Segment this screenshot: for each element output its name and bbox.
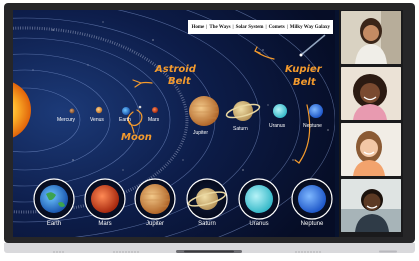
nav-separator: | (265, 24, 267, 30)
card-label-saturn[interactable]: Saturn (185, 221, 229, 227)
card-label-earth[interactable]: Earth (32, 221, 76, 227)
moon-label: Moon (121, 132, 152, 143)
kupier-label-line1: Kupier (285, 64, 322, 75)
orbit-label-mercury: Mercury (57, 117, 76, 123)
moon-icon (138, 105, 142, 109)
participant-tile-4[interactable] (341, 179, 401, 232)
participant-girl-3-icon (341, 123, 401, 176)
uranus-icon (273, 104, 287, 118)
orbit-label-saturn: Saturn (233, 126, 248, 132)
mercury-icon (69, 108, 75, 114)
nav-ways-link[interactable]: The Ways (209, 25, 230, 30)
smart-display-frame: Home | The Ways | Solar System | Comets … (4, 3, 415, 243)
orbit-label-venus: Venus (90, 117, 104, 123)
nav-separator: | (232, 24, 234, 30)
astroid-label-line1: Astroid (155, 64, 196, 75)
video-participants-panel (339, 10, 403, 237)
participant-boy-icon (341, 179, 401, 232)
jupiter-icon (189, 96, 219, 126)
nav-solar-system-link[interactable]: Solar System (236, 25, 264, 30)
card-label-neptune[interactable]: Neptune (290, 221, 334, 227)
orbit-label-jupiter: Jupiter (193, 130, 209, 136)
participant-tile-2[interactable] (341, 67, 401, 120)
card-label-mars[interactable]: Mars (83, 221, 127, 227)
venus-icon (95, 106, 103, 114)
nav-separator: | (206, 24, 208, 30)
neptune-icon (309, 104, 323, 118)
lesson-nav-menu: Home | The Ways | Solar System | Comets … (188, 20, 333, 34)
astroid-label-line2: Belt (168, 76, 191, 87)
speaker-grille-icon (53, 250, 397, 253)
nav-milky-way-link[interactable]: Milky Way Galaxy (290, 25, 330, 30)
display-screen: Home | The Ways | Solar System | Comets … (13, 10, 403, 237)
card-label-jupiter[interactable]: Jupiter (133, 221, 177, 227)
earth-icon (122, 107, 130, 115)
orbit-label-earth: Earth (119, 117, 131, 123)
solar-system-lesson: Home | The Ways | Solar System | Comets … (13, 10, 335, 237)
participant-girl-1-icon (341, 11, 401, 64)
space-background (13, 10, 335, 237)
display-bottom-bezel (4, 243, 415, 253)
kupier-label-line2: Belt (293, 77, 316, 88)
mars-icon (152, 107, 158, 113)
nav-home-link[interactable]: Home (191, 25, 204, 30)
nav-comets-link[interactable]: Comets (269, 25, 285, 30)
participant-tile-1[interactable] (341, 11, 401, 64)
orbit-label-uranus: Uranus (269, 123, 286, 129)
orbit-label-neptune: Neptune (303, 123, 322, 129)
orbit-label-mars: Mars (148, 117, 160, 123)
participant-girl-2-icon (341, 67, 401, 120)
participant-tile-3[interactable] (341, 123, 401, 176)
astroid-arrow (140, 81, 153, 84)
card-label-uranus[interactable]: Uranus (237, 221, 281, 227)
nav-separator: | (286, 24, 288, 30)
